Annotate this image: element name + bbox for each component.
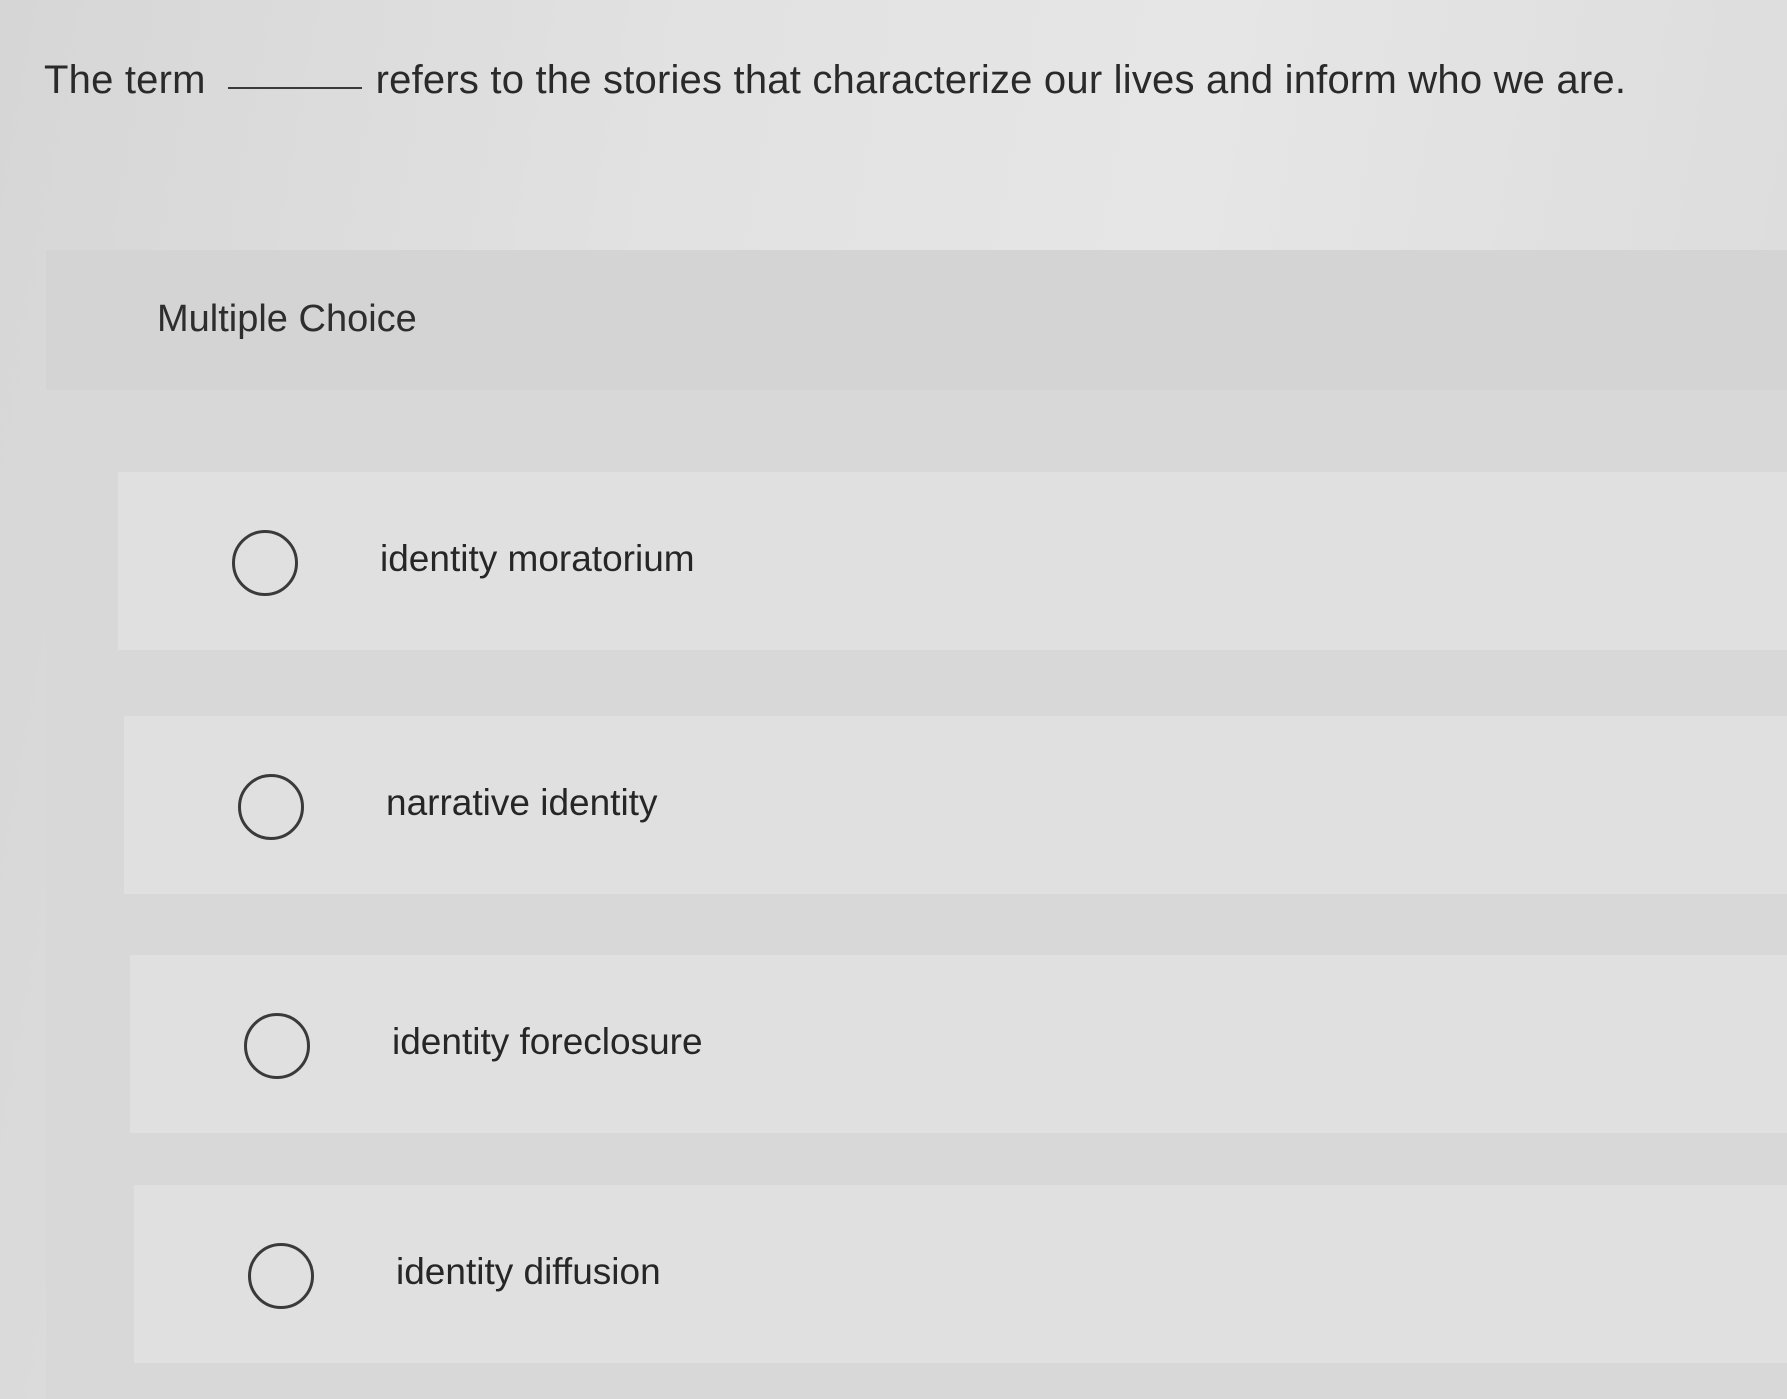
answer-option-identity-moratorium[interactable]: identity moratorium: [118, 472, 1787, 650]
answer-option-label: identity moratorium: [380, 538, 695, 579]
answer-option-label: identity diffusion: [396, 1251, 661, 1292]
question-text-after: refers to the stories that characterize …: [375, 58, 1627, 102]
question-prompt: The term refers to the stories that chara…: [44, 50, 1626, 110]
answer-option-identity-foreclosure[interactable]: identity foreclosure: [130, 955, 1787, 1133]
answer-option-identity-diffusion[interactable]: identity diffusion: [134, 1185, 1787, 1363]
panel-title: Multiple Choice: [157, 298, 417, 340]
answer-blank: [227, 87, 362, 89]
panel-header: Multiple Choice: [46, 250, 1787, 390]
radio-button-icon[interactable]: [238, 774, 304, 840]
radio-button-icon[interactable]: [244, 1013, 310, 1079]
question-text-before: The term: [44, 58, 206, 102]
radio-button-icon[interactable]: [232, 530, 298, 596]
answer-option-label: narrative identity: [386, 782, 658, 823]
radio-button-icon[interactable]: [248, 1243, 314, 1309]
answer-option-label: identity foreclosure: [392, 1021, 703, 1062]
multiple-choice-panel: Multiple Choice identity moratorium narr…: [46, 250, 1787, 1399]
answer-option-narrative-identity[interactable]: narrative identity: [124, 716, 1787, 894]
